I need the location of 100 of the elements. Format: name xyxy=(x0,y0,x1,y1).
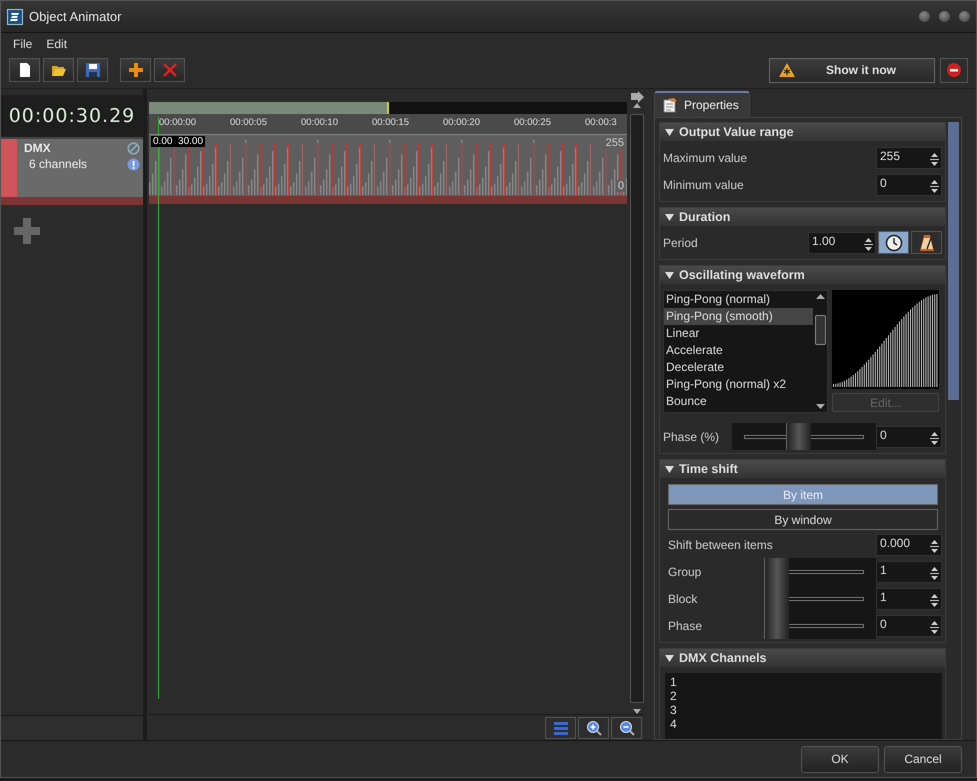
scroll-down-icon xyxy=(816,404,824,409)
number-field[interactable]: 255 xyxy=(876,146,942,168)
spin-arrows-icon xyxy=(930,538,939,554)
zoom-out-icon xyxy=(618,720,634,736)
list-item[interactable]: Ping-Pong (normal) x2 xyxy=(664,376,813,393)
zoom-in-icon xyxy=(586,720,602,736)
info-icon xyxy=(127,158,140,170)
section-header[interactable]: Time shift xyxy=(660,460,945,478)
scrollbar-thumb[interactable] xyxy=(814,314,826,344)
metronome-button[interactable] xyxy=(911,231,942,254)
field-label: Phase (%) xyxy=(663,430,720,444)
number-field[interactable]: 1.00 xyxy=(808,232,876,254)
menu-item[interactable]: Edit xyxy=(46,37,68,51)
time-label: 00:00:20 xyxy=(443,116,481,130)
list-item[interactable]: Decelerate xyxy=(664,359,813,376)
cancel-button[interactable]: Cancel xyxy=(884,746,962,772)
metronome-icon xyxy=(918,234,934,252)
range-label: 0.00 30.00 xyxy=(151,136,206,147)
number-field[interactable]: 1 xyxy=(876,560,942,582)
slider-thumb[interactable] xyxy=(764,558,789,585)
value-label: 0 xyxy=(616,180,626,192)
waveform-list[interactable]: Ping-Pong (normal) Ping-Pong (smooth) Linear Accelerate Decelerate Ping-Pong (normal) x2 Bounce xyxy=(663,290,828,413)
list-item[interactable]: 1 xyxy=(670,675,937,689)
overview-bar[interactable] xyxy=(149,102,627,114)
app-logo-icon xyxy=(7,8,23,24)
section-header[interactable]: Duration xyxy=(660,208,945,226)
save-button[interactable] xyxy=(77,58,108,82)
field-label: Maximum value xyxy=(663,150,748,164)
section-header[interactable]: Output Value range xyxy=(660,123,945,141)
number-field[interactable]: 1 xyxy=(876,588,942,610)
add-track-icon[interactable] xyxy=(13,217,41,245)
track-name: DMX xyxy=(24,141,51,155)
slider[interactable] xyxy=(732,423,876,450)
spin-arrows-icon xyxy=(930,430,939,446)
spin-arrows-icon xyxy=(864,236,873,252)
triangle-icon xyxy=(665,272,674,278)
timecode: 00:00:30.29 xyxy=(1,95,143,137)
number-field[interactable]: 0 xyxy=(876,614,942,636)
new-file-button[interactable] xyxy=(9,58,40,82)
open-button[interactable] xyxy=(43,58,74,82)
clock-button[interactable] xyxy=(878,231,909,254)
field-label: Block xyxy=(668,592,698,606)
slider[interactable] xyxy=(764,558,876,585)
value-label: 255 xyxy=(604,137,626,149)
field-label: Shift between items xyxy=(668,538,774,552)
spin-arrows-icon xyxy=(930,152,939,166)
triangle-icon xyxy=(665,654,674,662)
zoom-out-button[interactable] xyxy=(611,716,642,738)
slider[interactable] xyxy=(764,612,876,639)
section-header[interactable]: DMX Channels xyxy=(660,649,945,667)
field-label: Group xyxy=(668,564,702,578)
window-control-button[interactable] xyxy=(959,11,970,22)
track-color-strip xyxy=(1,139,17,197)
field-label: Period xyxy=(663,236,699,250)
number-field[interactable]: 0.000 xyxy=(876,534,942,556)
list-item[interactable]: Bounce xyxy=(664,393,813,410)
list-item[interactable]: 2 xyxy=(670,689,937,703)
spin-arrows-icon xyxy=(930,178,939,194)
prohibited-icon xyxy=(127,142,140,154)
cross-icon xyxy=(162,62,178,78)
delete-button[interactable] xyxy=(154,58,185,82)
no-entry-icon xyxy=(946,62,962,78)
warning-icon xyxy=(778,62,796,78)
triangle-icon xyxy=(665,128,674,136)
time-label: 00:00:05 xyxy=(230,116,268,130)
list-item[interactable]: Ping-Pong (normal) xyxy=(664,291,813,308)
time-label: 00:00:15 xyxy=(372,116,410,130)
triangle-icon xyxy=(665,214,674,220)
channel-list[interactable]: 1 2 3 4 xyxy=(665,673,942,739)
list-item[interactable]: Linear xyxy=(664,325,813,342)
zoom-in-button[interactable] xyxy=(578,716,609,738)
window-control-button[interactable] xyxy=(919,11,930,22)
plus-icon xyxy=(128,62,144,78)
number-field[interactable]: 0 xyxy=(876,426,942,448)
slider-thumb[interactable] xyxy=(786,423,811,450)
slider-thumb[interactable] xyxy=(764,612,789,639)
scrollbar-thumb[interactable] xyxy=(948,122,959,400)
window-title: Object Animator xyxy=(29,9,122,24)
field-label: Minimum value xyxy=(663,178,745,192)
list-item[interactable]: 3 xyxy=(670,703,937,717)
list-item[interactable]: 4 xyxy=(670,717,937,731)
triangle-icon xyxy=(665,466,674,472)
ok-button[interactable]: OK xyxy=(801,746,879,772)
mode-button[interactable]: By window xyxy=(668,509,938,530)
properties-tab[interactable]: Properties xyxy=(654,91,750,117)
time-label: 00:00:10 xyxy=(301,116,339,130)
time-label: 00:00:25 xyxy=(514,116,552,130)
show-button[interactable]: Show it now xyxy=(769,58,935,82)
scrollbar-thumb[interactable] xyxy=(630,114,644,703)
list-item[interactable]: Accelerate xyxy=(664,342,813,359)
stop-button[interactable] xyxy=(940,58,968,82)
time-label: 00:00:3 xyxy=(585,116,617,130)
track-header[interactable]: DMX 6 channels xyxy=(1,137,143,197)
number-field[interactable]: 0 xyxy=(876,174,942,196)
menu-item[interactable]: File xyxy=(13,37,32,51)
spin-arrows-icon xyxy=(930,566,939,580)
add-button[interactable] xyxy=(120,58,151,82)
section-header[interactable]: Oscillating waveform xyxy=(660,266,945,284)
window-control-button[interactable] xyxy=(939,11,950,22)
list-item[interactable]: Ping-Pong (smooth) xyxy=(664,308,813,325)
